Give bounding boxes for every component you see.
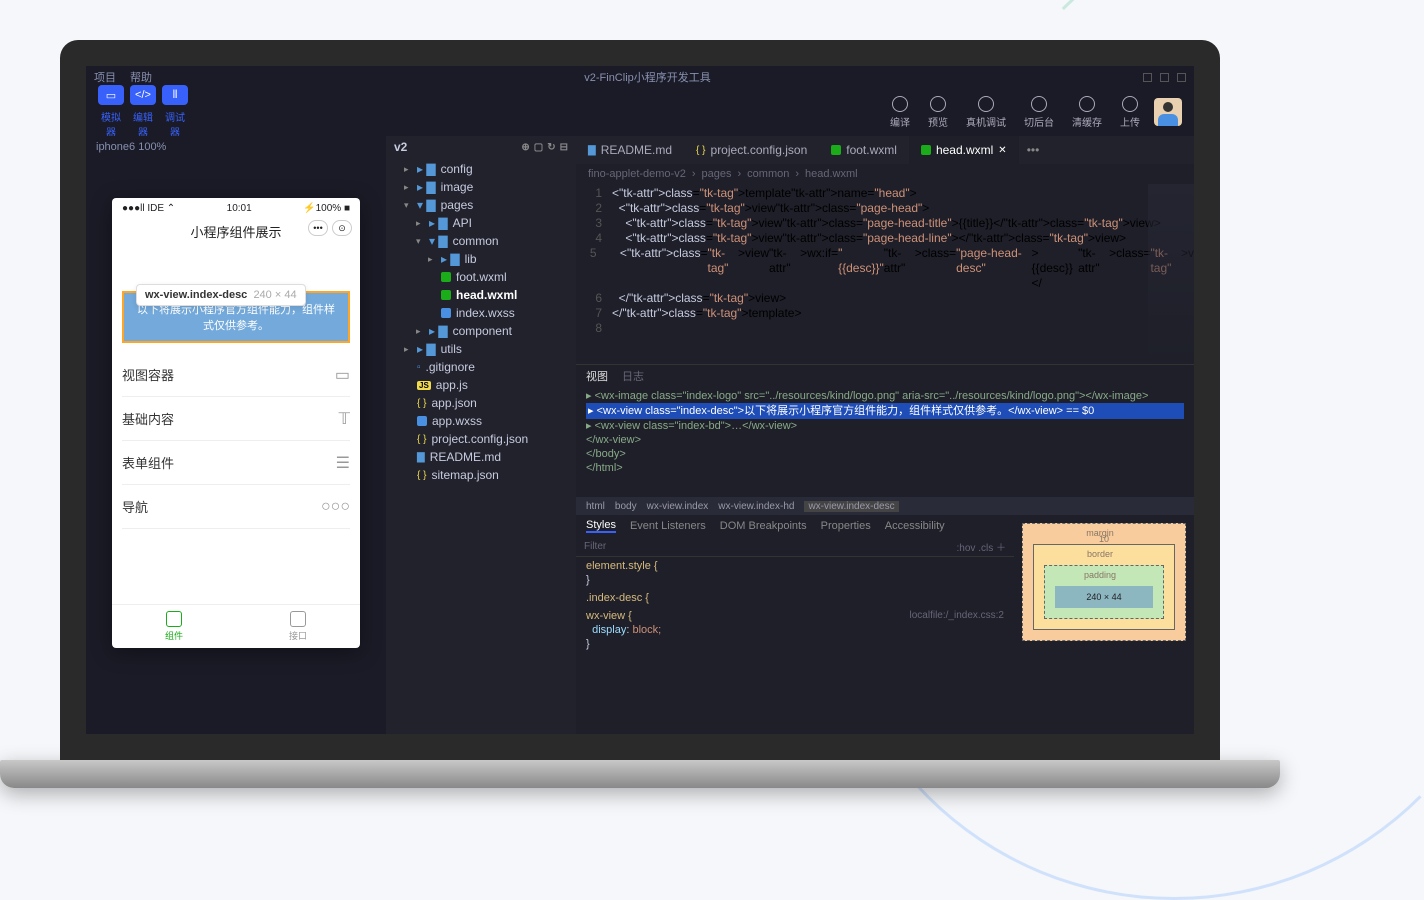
- toolbar-action-切后台[interactable]: 切后台: [1024, 96, 1054, 129]
- dom-breadcrumb[interactable]: html body wx-view.index wx-view.index-hd wx-…: [576, 497, 1194, 515]
- tree-action-icon[interactable]: ▢: [534, 142, 543, 153]
- user-avatar[interactable]: [1154, 98, 1182, 126]
- list-item[interactable]: 导航○○○: [122, 485, 350, 529]
- css-rule[interactable]: wx-view {localfile:/_index.css:2 display…: [576, 607, 1014, 653]
- status-battery: ⚡100% ■: [303, 203, 350, 214]
- project-root[interactable]: v2: [394, 140, 407, 154]
- inspect-tooltip: wx-view.index-desc 240 × 44: [136, 284, 306, 306]
- menu-help[interactable]: 帮助: [130, 69, 152, 85]
- styles-tab-Accessibility[interactable]: Accessibility: [885, 520, 945, 532]
- menubar: 项目 帮助 v2-FinClip小程序开发工具: [86, 66, 1194, 88]
- toolbar-action-真机调试[interactable]: 真机调试: [966, 96, 1006, 129]
- css-rule[interactable]: element.style {}: [576, 557, 1014, 589]
- tree-node-sitemap.json[interactable]: { } sitemap.json: [386, 466, 576, 484]
- breadcrumb: fino-applet-demo-v2›pages›common›head.wx…: [576, 164, 1194, 184]
- editor-tab-bar: ▇README.md{ }project.config.jsonfoot.wxm…: [576, 136, 1194, 164]
- dom-crumb[interactable]: wx-view.index-hd: [718, 501, 794, 512]
- tree-node-image[interactable]: ▸▸ ▇ image: [386, 178, 576, 196]
- breadcrumb-segment[interactable]: head.wxml: [805, 168, 858, 180]
- styles-toggles[interactable]: :hov .cls ＋: [957, 539, 1006, 554]
- devtools-tab-视图[interactable]: 视图: [586, 368, 608, 384]
- capsule-close-icon[interactable]: ⊙: [332, 220, 352, 236]
- list-item[interactable]: 基础内容𝕋: [122, 397, 350, 441]
- laptop-frame: 项目 帮助 v2-FinClip小程序开发工具 ▭</>⫴ 模拟器编辑器调试器 …: [60, 40, 1220, 788]
- tree-node-common[interactable]: ▾▾ ▇ common: [386, 232, 576, 250]
- toolbar-action-预览[interactable]: 预览: [928, 96, 948, 129]
- close-icon[interactable]: ✕: [998, 145, 1006, 156]
- editor-tab-head.wxml[interactable]: head.wxml✕: [909, 136, 1019, 164]
- page-title: 小程序组件展示: [190, 225, 281, 240]
- tree-node-API[interactable]: ▸▸ ▇ API: [386, 214, 576, 232]
- css-rule[interactable]: .index-desc {</span><br>&nbsp;&nbsp;<spa…: [576, 589, 1014, 607]
- styles-tab-Event Listeners[interactable]: Event Listeners: [630, 520, 706, 532]
- list-item[interactable]: 视图容器▭: [122, 353, 350, 397]
- tabbar-item-接口[interactable]: 接口: [236, 605, 360, 648]
- devtools-panel: 视图日志 ▸ <wx-image class="index-logo" src=…: [576, 364, 1194, 734]
- dom-crumb[interactable]: wx-view.index-desc: [804, 501, 898, 512]
- tree-node-app.js[interactable]: JS app.js: [386, 376, 576, 394]
- dom-crumb[interactable]: wx-view.index: [647, 501, 709, 512]
- breadcrumb-segment[interactable]: fino-applet-demo-v2: [588, 168, 686, 180]
- file-explorer: v2 ⊕▢↻⊟ ▸▸ ▇ config▸▸ ▇ image▾▾ ▇ pages▸…: [386, 136, 576, 734]
- tree-node-README.md[interactable]: ▇ README.md: [386, 448, 576, 466]
- dom-crumb[interactable]: body: [615, 501, 637, 512]
- tree-node-.gitignore[interactable]: ▫ .gitignore: [386, 358, 576, 376]
- mode-pill-模拟器[interactable]: ▭: [98, 85, 124, 105]
- toolbar: ▭</>⫴ 模拟器编辑器调试器 编译预览真机调试切后台清缓存上传: [86, 88, 1194, 136]
- dom-inspector[interactable]: ▸ <wx-image class="index-logo" src="../r…: [576, 387, 1194, 497]
- tree-node-utils[interactable]: ▸▸ ▇ utils: [386, 340, 576, 358]
- editor-tab-foot.wxml[interactable]: foot.wxml: [819, 136, 909, 164]
- styles-tab-Styles[interactable]: Styles: [586, 519, 616, 533]
- tree-node-index.wxss[interactable]: index.wxss: [386, 304, 576, 322]
- tree-node-config[interactable]: ▸▸ ▇ config: [386, 160, 576, 178]
- editor-tab-project.config.json[interactable]: { }project.config.json: [684, 136, 819, 164]
- mode-pill-调试器[interactable]: ⫴: [162, 85, 188, 105]
- tree-action-icon[interactable]: ⊕: [521, 142, 529, 153]
- toolbar-action-清缓存[interactable]: 清缓存: [1072, 96, 1102, 129]
- code-editor[interactable]: 1<"tk-attr">class="tk-tag">template "tk-…: [576, 184, 1194, 364]
- mode-pill-编辑器[interactable]: </>: [130, 85, 156, 105]
- window-maximize[interactable]: [1160, 73, 1169, 82]
- capsule-menu-icon[interactable]: •••: [308, 220, 328, 236]
- list-item[interactable]: 表单组件☰: [122, 441, 350, 485]
- box-model: margin 10 border padding 240 × 44: [1014, 515, 1194, 734]
- tree-node-pages[interactable]: ▾▾ ▇ pages: [386, 196, 576, 214]
- menu-project[interactable]: 项目: [94, 69, 116, 85]
- toolbar-action-上传[interactable]: 上传: [1120, 96, 1140, 129]
- minimap[interactable]: [1148, 184, 1194, 364]
- window-minimize[interactable]: [1143, 73, 1152, 82]
- tree-node-component[interactable]: ▸▸ ▇ component: [386, 322, 576, 340]
- styles-tab-DOM Breakpoints[interactable]: DOM Breakpoints: [720, 520, 807, 532]
- tree-node-head.wxml[interactable]: head.wxml: [386, 286, 576, 304]
- simulator-panel: iphone6 100% ●●●ll IDE ⌃ 10:01 ⚡100% ■ 小…: [86, 136, 386, 734]
- phone-preview: ●●●ll IDE ⌃ 10:01 ⚡100% ■ 小程序组件展示 ••• ⊙ …: [112, 198, 360, 648]
- window-title: v2-FinClip小程序开发工具: [584, 69, 711, 85]
- tree-node-app.wxss[interactable]: app.wxss: [386, 412, 576, 430]
- status-time: 10:01: [227, 203, 252, 214]
- tab-overflow-icon[interactable]: •••: [1019, 143, 1048, 157]
- toolbar-action-编译[interactable]: 编译: [890, 96, 910, 129]
- editor-tab-README.md[interactable]: ▇README.md: [576, 136, 684, 164]
- window-close[interactable]: [1177, 73, 1186, 82]
- tabbar-item-组件[interactable]: 组件: [112, 605, 236, 648]
- breadcrumb-segment[interactable]: pages: [702, 168, 732, 180]
- tree-action-icon[interactable]: ⊟: [560, 142, 568, 153]
- tree-action-icon[interactable]: ↻: [547, 142, 555, 153]
- dom-crumb[interactable]: html: [586, 501, 605, 512]
- devtools-tab-日志[interactable]: 日志: [622, 368, 644, 384]
- styles-tab-Properties[interactable]: Properties: [821, 520, 871, 532]
- breadcrumb-segment[interactable]: common: [747, 168, 789, 180]
- tree-node-app.json[interactable]: { } app.json: [386, 394, 576, 412]
- tree-node-lib[interactable]: ▸▸ ▇ lib: [386, 250, 576, 268]
- simulator-device-label: iphone6 100%: [86, 136, 386, 158]
- status-signal: ●●●ll IDE ⌃: [122, 203, 175, 214]
- styles-filter[interactable]: Filter: [584, 541, 606, 552]
- tree-node-foot.wxml[interactable]: foot.wxml: [386, 268, 576, 286]
- tree-node-project.config.json[interactable]: { } project.config.json: [386, 430, 576, 448]
